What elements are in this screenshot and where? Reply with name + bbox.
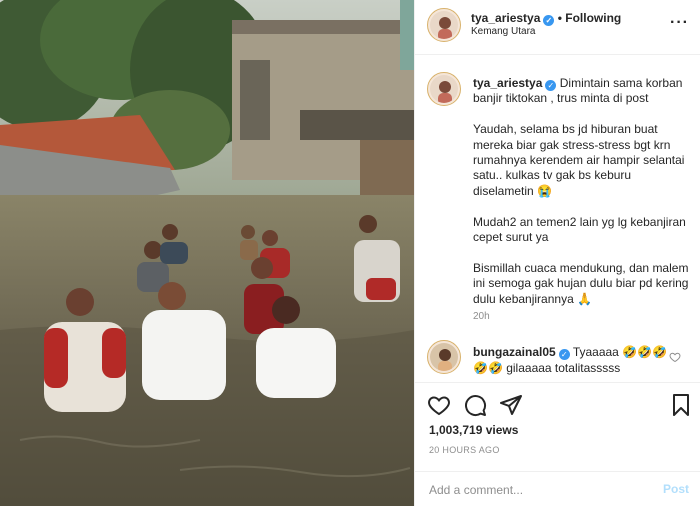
post-comment-button[interactable]: Post	[663, 482, 689, 496]
caption-text: Dimintain sama korban banjir tiktokan , …	[473, 76, 689, 306]
view-count[interactable]: 1,003,719 views	[429, 423, 518, 437]
post-media[interactable]	[0, 0, 414, 506]
verified-badge-icon: ✓	[543, 15, 555, 26]
post-timestamp[interactable]: 20 HOURS AGO	[429, 445, 500, 455]
comment-composer: Post	[415, 471, 700, 506]
caption-author-avatar[interactable]	[427, 72, 461, 106]
post-location[interactable]: Kemang Utara	[471, 26, 535, 37]
caption-timestamp[interactable]: 20h	[473, 311, 490, 322]
heart-icon[interactable]	[427, 393, 451, 417]
comment-input[interactable]	[429, 481, 649, 499]
verified-badge-icon: ✓	[545, 80, 557, 91]
comment-icon[interactable]	[463, 393, 487, 417]
bookmark-icon[interactable]	[669, 393, 693, 417]
post-actions: 1,003,719 views 20 HOURS AGO Post	[415, 382, 700, 506]
caption-username[interactable]: tya_ariestya	[473, 76, 542, 90]
author-username[interactable]: tya_ariestya	[471, 11, 540, 25]
post-caption: tya_ariestya ✓ Dimintain sama korban banj…	[473, 76, 693, 307]
share-icon[interactable]	[499, 393, 523, 417]
post-header: tya_ariestya ✓ • Following Kemang Utara ·…	[415, 0, 700, 55]
author-header-line: tya_ariestya ✓ • Following	[471, 11, 621, 26]
comment-item: bungazainal05 ✓ Tyaaaaa 🤣🤣🤣🤣🤣 gilaaaaa to…	[473, 344, 669, 376]
following-status[interactable]: • Following	[558, 11, 622, 25]
flood-video-frame	[0, 0, 414, 506]
comment-like-icon[interactable]	[669, 351, 681, 363]
more-options-icon[interactable]: ···	[670, 14, 689, 32]
comments-section: tya_ariestya ✓ Dimintain sama korban banj…	[415, 56, 700, 381]
verified-badge-icon: ✓	[558, 349, 570, 360]
post-side-panel: tya_ariestya ✓ • Following Kemang Utara ·…	[414, 0, 700, 506]
author-avatar[interactable]	[427, 8, 461, 42]
comment-username[interactable]: bungazainal05	[473, 345, 556, 359]
commenter-avatar[interactable]	[427, 340, 461, 374]
